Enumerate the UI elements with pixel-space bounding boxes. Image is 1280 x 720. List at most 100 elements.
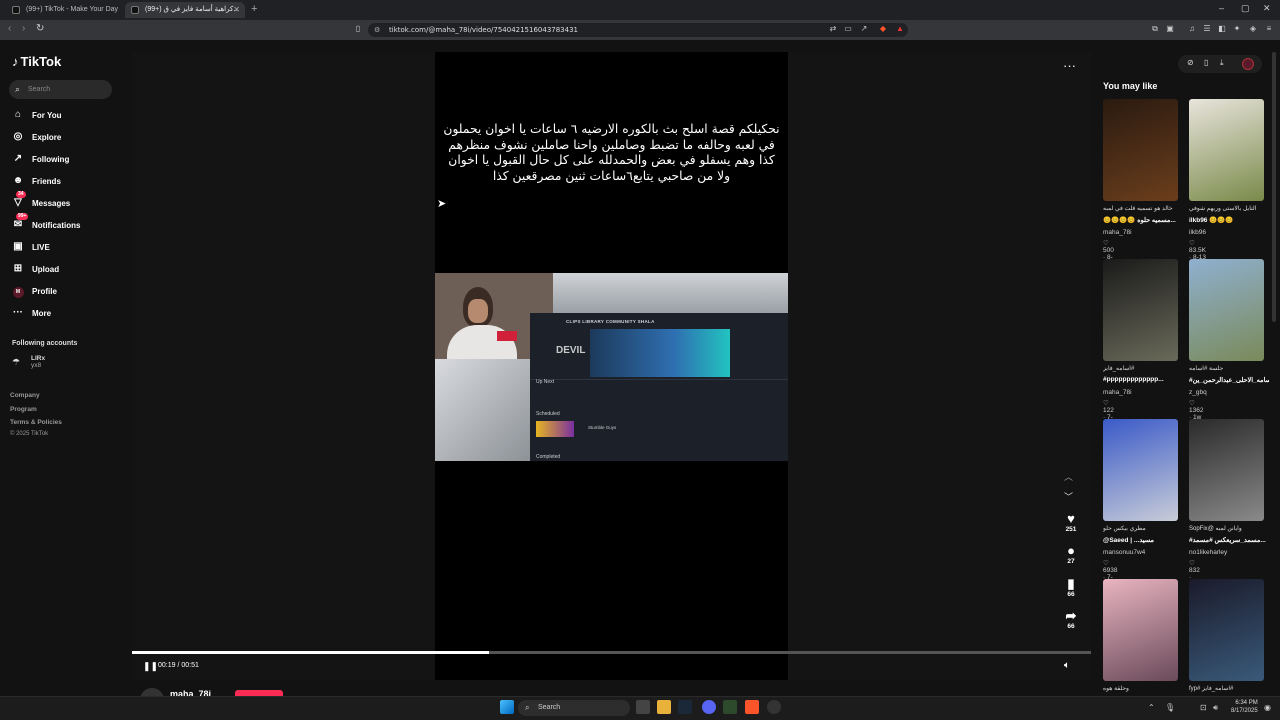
brave-browser-icon[interactable] <box>745 700 759 714</box>
comment-icon: ● <box>1067 543 1075 558</box>
steam-icon[interactable] <box>678 700 692 714</box>
extensions-puzzle-icon[interactable]: ✦ <box>1232 24 1242 34</box>
sidebar-item-more[interactable]: ··· More <box>12 305 51 321</box>
wallet-icon[interactable]: ◈ <box>1248 24 1258 34</box>
video-thumbnail[interactable] <box>1189 99 1264 201</box>
card-title: #مسمد_سريعكس #مسمد... <box>1189 537 1266 544</box>
smoke-overlay <box>553 273 788 313</box>
xbox-icon[interactable] <box>723 700 737 714</box>
tiktok-logo[interactable]: ♪ TikTok <box>12 54 61 69</box>
scrollbar[interactable] <box>1272 52 1276 322</box>
like-button[interactable]: ♥ 251 <box>1062 511 1080 534</box>
footer-company-link[interactable]: Company <box>10 392 40 399</box>
discord-icon[interactable] <box>702 700 716 714</box>
user-avatar[interactable] <box>1242 58 1254 70</box>
extension-icon[interactable]: ⧉ <box>1150 24 1160 34</box>
tab-tiktok-video[interactable]: (99+) كراهية أسامة فايز في ق... ✕ <box>125 2 245 18</box>
notification-center-icon[interactable]: ◉ <box>1264 703 1271 712</box>
following-account-item[interactable]: ☂ LIRx yx8 <box>12 355 45 369</box>
download-icon[interactable]: ⤓ <box>1220 58 1224 68</box>
app-icon[interactable] <box>767 700 781 714</box>
microphone-icon[interactable]: 🎙︎ <box>1165 703 1175 712</box>
sidebar-item-notifications[interactable]: ✉ 99+ Notifications <box>12 213 80 233</box>
video-thumbnail[interactable] <box>1189 259 1264 361</box>
system-clock[interactable]: 6:34 PM 8/17/2025 <box>1231 700 1258 715</box>
sidebar-item-profile[interactable]: M Profile <box>12 283 57 299</box>
share-arrow-icon: ➦ <box>1065 608 1077 623</box>
sidebar-item-upload[interactable]: ⊞ Upload <box>12 261 59 277</box>
search-input[interactable]: ⌕ Search <box>9 80 112 99</box>
pause-icon[interactable]: ❚❚ <box>143 661 158 672</box>
cast-icon[interactable]: ▭ <box>843 24 853 34</box>
card-author: mansonuu7w4 <box>1103 549 1146 556</box>
more-options-icon[interactable]: ··· <box>1063 58 1076 73</box>
card-author: maha_78i <box>1103 389 1132 396</box>
save-button[interactable]: ▮ 66 <box>1062 577 1080 599</box>
close-window-icon[interactable]: ✕ <box>1263 3 1271 14</box>
close-tab-icon[interactable]: ✕ <box>233 2 240 18</box>
divider <box>530 379 788 380</box>
friends-icon: ☻ <box>12 175 24 186</box>
video-thumbnail[interactable] <box>1103 259 1178 361</box>
sidebar-item-following[interactable]: ↗ Following <box>12 151 70 167</box>
phone-icon[interactable]: ▯ <box>1204 58 1208 67</box>
task-view-icon[interactable] <box>636 700 650 714</box>
footer-program-link[interactable]: Program <box>10 406 37 413</box>
media-icon[interactable]: ♫ <box>1187 24 1197 34</box>
reading-list-icon[interactable]: ☰ <box>1202 24 1212 34</box>
share-button[interactable]: ➦ 66 <box>1062 608 1080 631</box>
back-icon[interactable]: ‹ <box>8 23 11 34</box>
sidebar-icon[interactable]: ◧ <box>1217 24 1227 34</box>
video-thumbnail[interactable] <box>1189 419 1264 521</box>
sidebar-item-friends[interactable]: ☻ Friends <box>12 173 61 189</box>
messages-badge: 34 <box>16 191 26 198</box>
screenshot-icon[interactable]: ▣ <box>1165 24 1175 34</box>
video-thumbnail[interactable] <box>1103 579 1178 681</box>
site-info-icon[interactable]: ⚙ <box>374 23 380 37</box>
game-title: Stumble Guys <box>588 425 617 430</box>
tab-tiktok-home[interactable]: (99+) TikTok - Make Your Day <box>6 2 124 18</box>
comment-button[interactable]: ● 27 <box>1062 543 1080 566</box>
sidebar-item-explore[interactable]: ◎ Explore <box>12 129 62 145</box>
tiktok-note-icon: ♪ <box>12 54 19 69</box>
live-icon: ▣ <box>13 241 23 252</box>
sidebar-item-live[interactable]: ▣ LIVE <box>12 239 50 255</box>
search-icon: ⌕ <box>15 84 21 94</box>
tiktok-favicon-icon <box>131 6 139 14</box>
new-tab-button[interactable]: + <box>251 3 257 15</box>
network-icon[interactable]: ⊡ <box>1200 703 1207 712</box>
brave-shield-icon[interactable]: ◆ <box>878 24 888 34</box>
taskbar-search[interactable]: ⌕ Search <box>518 700 630 716</box>
card-title: #اسامه_الاحلى_عبدالرحمن_ين... <box>1189 377 1269 384</box>
minimize-icon[interactable]: – <box>1219 3 1224 13</box>
video-thumbnail[interactable] <box>1103 419 1178 521</box>
url-input[interactable]: ⚙ tiktok.com/@maha_78i/video/75404215160… <box>368 23 908 37</box>
game-thumbnail <box>536 421 574 437</box>
file-explorer-icon[interactable] <box>657 700 671 714</box>
video-thumbnail[interactable] <box>1103 99 1178 201</box>
share-page-icon[interactable]: ↗ <box>859 24 869 34</box>
reload-icon[interactable]: ↻ <box>36 23 44 34</box>
volume-icon[interactable]: 🔈︎ <box>1064 660 1070 671</box>
menu-icon[interactable]: ≡ <box>1264 24 1274 34</box>
brave-rewards-icon[interactable]: ▲ <box>895 24 905 34</box>
card-author: ilkb96 <box>1189 229 1206 236</box>
compass-icon[interactable]: ⊘ <box>1187 58 1194 67</box>
tray-chevron-icon[interactable]: ⌃ <box>1148 703 1155 712</box>
chevron-up-icon[interactable]: ︿ <box>1064 470 1073 483</box>
footer-terms-link[interactable]: Terms & Policies <box>10 419 62 426</box>
mouse-cursor-icon: ➤ <box>437 198 447 210</box>
sidebar-item-for-you[interactable]: ⌂ For You <box>12 107 62 123</box>
translate-icon[interactable]: ⇄ <box>828 24 838 34</box>
compass-icon: ◎ <box>13 131 23 142</box>
card-title: 😊😊😊😊 مسميه حلوه... <box>1103 217 1176 224</box>
sidebar-item-messages[interactable]: ▽ 34 Messages <box>12 191 70 211</box>
heart-icon: ♥ <box>1067 511 1075 526</box>
speaker-icon[interactable]: 🔊︎ <box>1213 703 1218 713</box>
maximize-icon[interactable]: ▢ <box>1241 3 1250 14</box>
windows-start-icon[interactable] <box>500 700 514 714</box>
forward-icon[interactable]: › <box>22 23 25 34</box>
video-thumbnail[interactable] <box>1189 579 1264 681</box>
chevron-down-icon[interactable]: ﹀ <box>1064 490 1073 503</box>
bookmark-icon[interactable]: ▯ <box>353 24 363 34</box>
